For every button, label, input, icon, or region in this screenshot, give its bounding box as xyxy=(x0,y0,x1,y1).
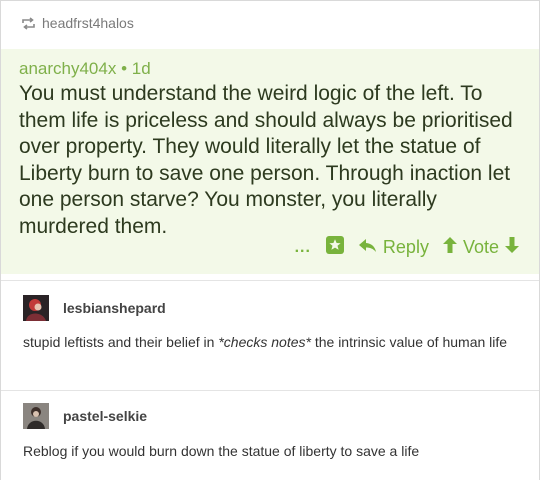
reply-text: Reblog if you would burn down the statue… xyxy=(23,443,420,459)
reply-text-end: the intrinsic value of human life xyxy=(310,334,508,350)
reply-item: lesbianshepard stupid leftists and their… xyxy=(1,280,539,391)
post-card: headfrst4halos anarchy404x • 1d You must… xyxy=(0,0,540,481)
reply-username[interactable]: lesbianshepard xyxy=(63,300,166,316)
quoted-post-actions: ... Reply Vote xyxy=(295,235,519,260)
avatar[interactable] xyxy=(23,403,49,429)
reply-button[interactable]: Reply xyxy=(358,237,429,258)
reply-item: pastel-selkie Reblog if you would burn d… xyxy=(1,390,539,481)
vote-label: Vote xyxy=(462,237,499,257)
quoted-post: anarchy404x • 1d You must understand the… xyxy=(1,49,539,274)
reply-arrow-icon xyxy=(358,237,377,258)
quoted-post-body: You must understand the weird logic of t… xyxy=(19,82,513,238)
reply-text-start: stupid leftists and their belief in xyxy=(23,334,219,350)
reply-text: stupid leftists and their belief in *che… xyxy=(23,332,513,353)
star-icon[interactable] xyxy=(325,235,345,260)
downvote-arrow-icon[interactable] xyxy=(505,237,519,258)
reblog-icon xyxy=(21,16,36,30)
reblog-username[interactable]: headfrst4halos xyxy=(42,15,134,31)
reply-label: Reply xyxy=(382,237,429,257)
quoted-post-meta: anarchy404x • 1d xyxy=(19,59,151,79)
upvote-arrow-icon[interactable] xyxy=(442,237,457,258)
reply-text-italic: *checks notes* xyxy=(218,334,311,350)
quoted-author[interactable]: anarchy404x xyxy=(19,59,116,78)
meta-separator: • xyxy=(116,59,132,78)
avatar[interactable] xyxy=(23,295,49,321)
reply-username[interactable]: pastel-selkie xyxy=(63,408,147,424)
vote-control: Vote xyxy=(442,237,519,258)
quoted-age: 1d xyxy=(131,59,151,78)
more-options-button[interactable]: ... xyxy=(295,239,311,257)
reblog-header: headfrst4halos xyxy=(21,15,134,31)
